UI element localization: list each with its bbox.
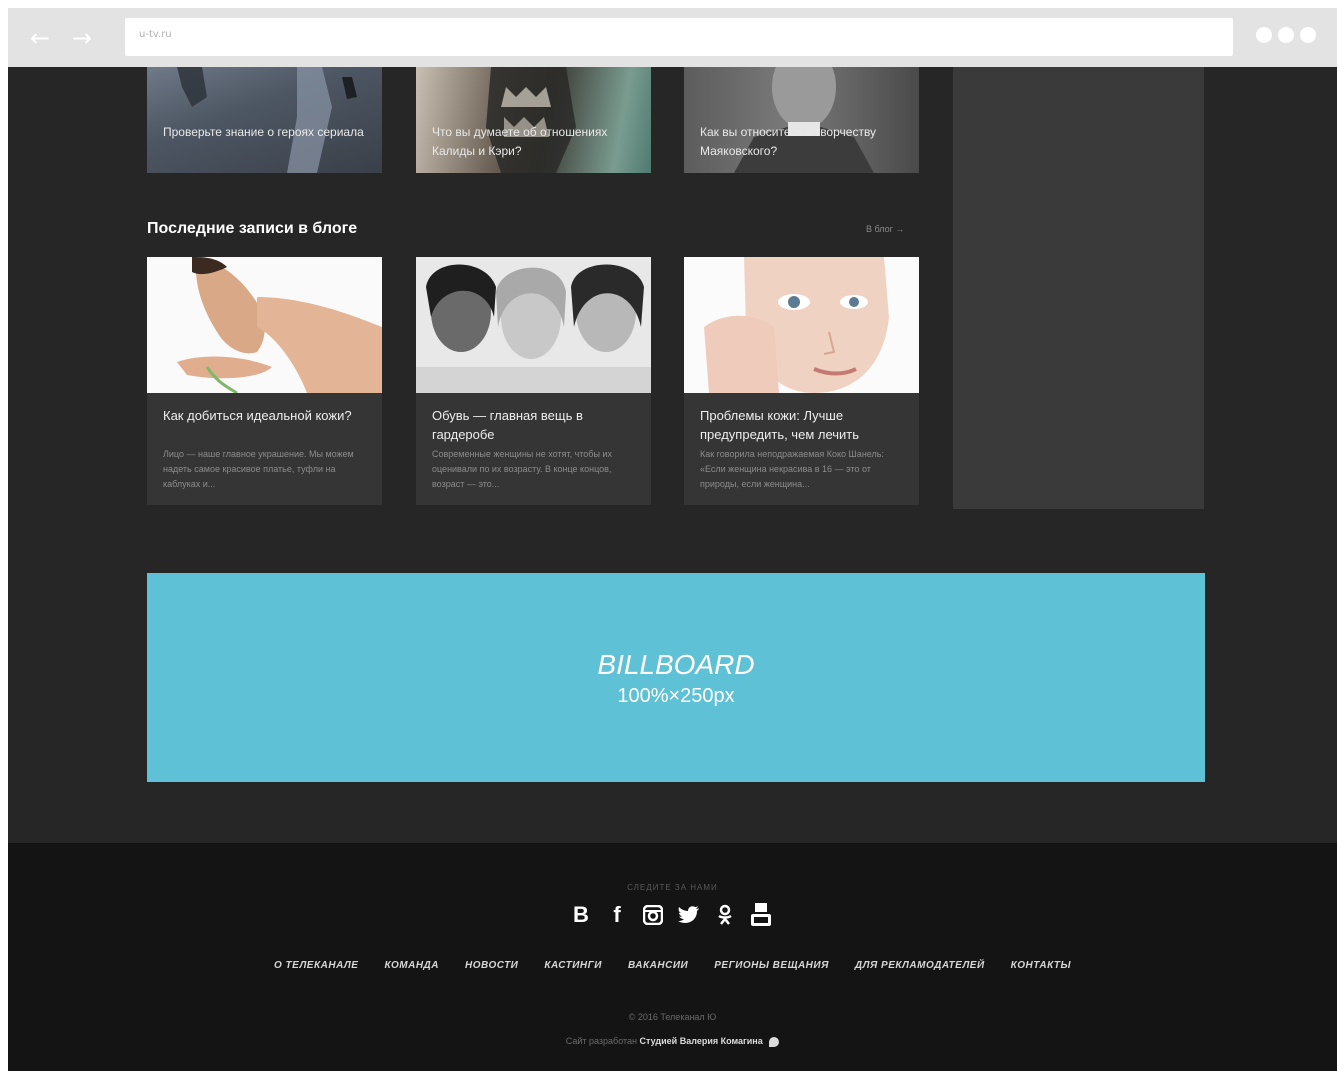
footer-nav-advertisers[interactable]: ДЛЯ РЕКЛАМОДАТЕЛЕЙ	[855, 960, 985, 971]
sidebar-ad-placeholder	[953, 67, 1204, 509]
site-footer: СЛЕДИТЕ ЗА НАМИ В f О ТЕЛЕКАНАЛЕ КОМАНДА…	[8, 843, 1337, 1071]
dot-icon	[1278, 27, 1294, 43]
blog-all-link[interactable]: В блог →	[866, 224, 904, 234]
blog-post-excerpt: Лицо — наше главное украшение. Мы можем …	[163, 449, 354, 489]
blog-post-title[interactable]: Обувь — главная вещь в гардеробе	[432, 406, 632, 444]
quiz-card-caption: Что вы думаете об отношениях Калиды и Кэ…	[432, 125, 608, 158]
section-title: Последние записи в блоге	[147, 220, 358, 237]
copyright-text: © 2016 Телеканал Ю	[628, 1012, 717, 1022]
youtube-icon[interactable]	[750, 903, 772, 927]
blog-post-title[interactable]: Как добиться идеальной кожи?	[163, 406, 363, 425]
odnoklassniki-icon[interactable]	[714, 903, 736, 927]
developer-credit-prefix: Сайт разработан	[565, 1036, 637, 1046]
forward-arrow-icon[interactable]: →	[72, 24, 92, 52]
blog-post-card[interactable]: Обувь — главная вещь в гардеробе Совреме…	[416, 257, 651, 505]
footer-nav-castings[interactable]: КАСТИНГИ	[544, 960, 602, 971]
address-bar[interactable]: u-tv.ru	[125, 18, 1233, 56]
footer-nav-team[interactable]: КОМАНДА	[384, 960, 439, 971]
billboard-title: BILLBOARD	[597, 649, 755, 680]
quiz-card-caption: Как вы относитесь к творчеству Маяковско…	[700, 125, 877, 158]
billboard-ad-placeholder: BILLBOARD 100%×250px	[147, 573, 1205, 782]
billboard-size: 100%×250px	[617, 685, 735, 707]
quiz-card[interactable]: Проверьте знание о героях сериала	[147, 67, 382, 173]
footer-nav-news[interactable]: НОВОСТИ	[465, 960, 518, 971]
blog-post-card[interactable]: Как добиться идеальной кожи? Лицо — наше…	[147, 257, 382, 505]
blog-post-image	[416, 257, 651, 393]
browser-toolbar: ← → u-tv.ru	[8, 8, 1337, 67]
browser-menu-button[interactable]	[1256, 27, 1316, 43]
blog-post-title[interactable]: Проблемы кожи: Лучше предупредить, чем л…	[700, 406, 900, 444]
quiz-card[interactable]: Что вы думаете об отношениях Калиды и Кэ…	[416, 67, 651, 173]
dot-icon	[1256, 27, 1272, 43]
facebook-icon[interactable]: f	[606, 903, 628, 927]
back-arrow-icon[interactable]: ←	[30, 24, 50, 52]
footer-nav: О ТЕЛЕКАНАЛЕ КОМАНДА НОВОСТИ КАСТИНГИ ВА…	[8, 960, 1337, 971]
developer-credit: Сайт разработан Студией Валерия Комагина	[8, 1036, 1337, 1047]
blog-post-card[interactable]: Проблемы кожи: Лучше предупредить, чем л…	[684, 257, 919, 505]
twitter-icon[interactable]	[678, 903, 700, 927]
vk-icon[interactable]: В	[570, 903, 592, 927]
footer-nav-contacts[interactable]: КОНТАКТЫ	[1011, 960, 1071, 971]
blog-post-excerpt: Современные женщины не хотят, чтобы их о…	[432, 449, 612, 489]
footer-nav-about[interactable]: О ТЕЛЕКАНАЛЕ	[274, 960, 358, 971]
developer-credit-link[interactable]: Студией Валерия Комагина	[640, 1036, 763, 1046]
footer-nav-vacancies[interactable]: ВАКАНСИИ	[628, 960, 688, 971]
address-bar-url: u-tv.ru	[139, 29, 172, 40]
social-links: В f	[570, 903, 772, 927]
quiz-card[interactable]: Как вы относитесь к творчеству Маяковско…	[684, 67, 919, 173]
footer-nav-regions[interactable]: РЕГИОНЫ ВЕЩАНИЯ	[714, 960, 829, 971]
instagram-icon[interactable]	[642, 903, 664, 927]
quiz-card-caption: Проверьте знание о героях сериала	[163, 125, 364, 139]
quiz-card-image	[147, 67, 382, 173]
blog-post-excerpt: Как говорила неподражаемая Коко Шанель: …	[700, 449, 884, 489]
blog-post-image	[147, 257, 382, 393]
dot-icon	[1300, 27, 1316, 43]
developer-logo-icon	[769, 1036, 780, 1047]
browser-window: ← → u-tv.ru Проверьте знание о героях се…	[8, 8, 1337, 1071]
follow-label: СЛЕДИТЕ ЗА НАМИ	[627, 883, 718, 892]
blog-post-image	[684, 257, 919, 393]
